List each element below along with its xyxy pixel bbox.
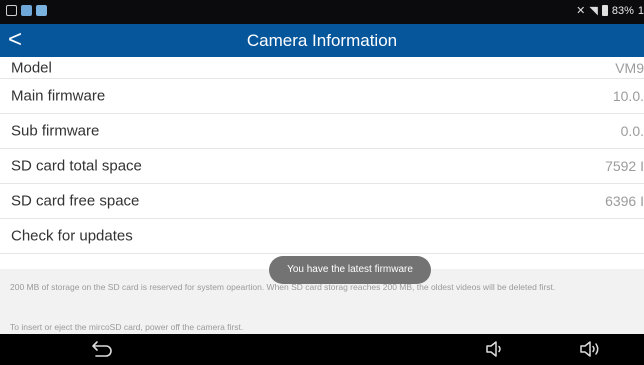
row-label: SD card free space — [11, 192, 140, 210]
app-bar: < Camera Information — [0, 24, 644, 57]
status-indicators: ✕ ◥ 83% 1 — [576, 4, 644, 18]
sd-card-eject-note: To insert or eject the mircoSD card, pow… — [10, 322, 244, 332]
notification-icon — [6, 5, 17, 16]
row-value: 6396 I — [605, 193, 644, 209]
status-notifications — [6, 5, 47, 16]
row-value: 10.0. — [612, 88, 644, 104]
app-notification-icon — [36, 5, 47, 16]
info-row-sub-firmware: Sub firmware 0.0. — [0, 114, 644, 149]
camera-info-list: Model VM9 Main firmware 10.0. Sub firmwa… — [0, 57, 644, 254]
volume-down-icon[interactable] — [484, 339, 506, 359]
row-value: VM9 — [615, 60, 644, 76]
battery-percent: 83% — [611, 4, 634, 17]
battery-icon — [601, 5, 608, 16]
info-row-main-firmware: Main firmware 10.0. — [0, 79, 644, 114]
row-label: Main firmware — [11, 87, 106, 105]
clock: 1 — [637, 4, 644, 17]
info-row-sd-free: SD card free space 6396 I — [0, 184, 644, 219]
row-label: Check for updates — [11, 227, 133, 245]
info-row-model: Model VM9 — [0, 57, 644, 79]
wifi-icon: ◥ — [589, 5, 598, 17]
page-title: Camera Information — [246, 31, 398, 50]
row-value: 7592 I — [605, 158, 644, 174]
check-for-updates-row[interactable]: Check for updates — [0, 219, 644, 254]
row-label: Model — [11, 59, 52, 77]
back-arrow-icon[interactable] — [90, 339, 114, 359]
row-label: Sub firmware — [11, 122, 100, 140]
mute-icon: ✕ — [576, 5, 586, 17]
row-label: SD card total space — [11, 157, 142, 175]
app-notification-icon — [21, 5, 32, 16]
row-value: 0.0. — [620, 123, 644, 139]
info-row-sd-total: SD card total space 7592 I — [0, 149, 644, 184]
navigation-bar — [0, 334, 644, 365]
volume-up-icon[interactable] — [578, 339, 602, 359]
status-bar: ✕ ◥ 83% 1 — [0, 0, 644, 24]
firmware-toast: You have the latest firmware — [269, 256, 431, 284]
